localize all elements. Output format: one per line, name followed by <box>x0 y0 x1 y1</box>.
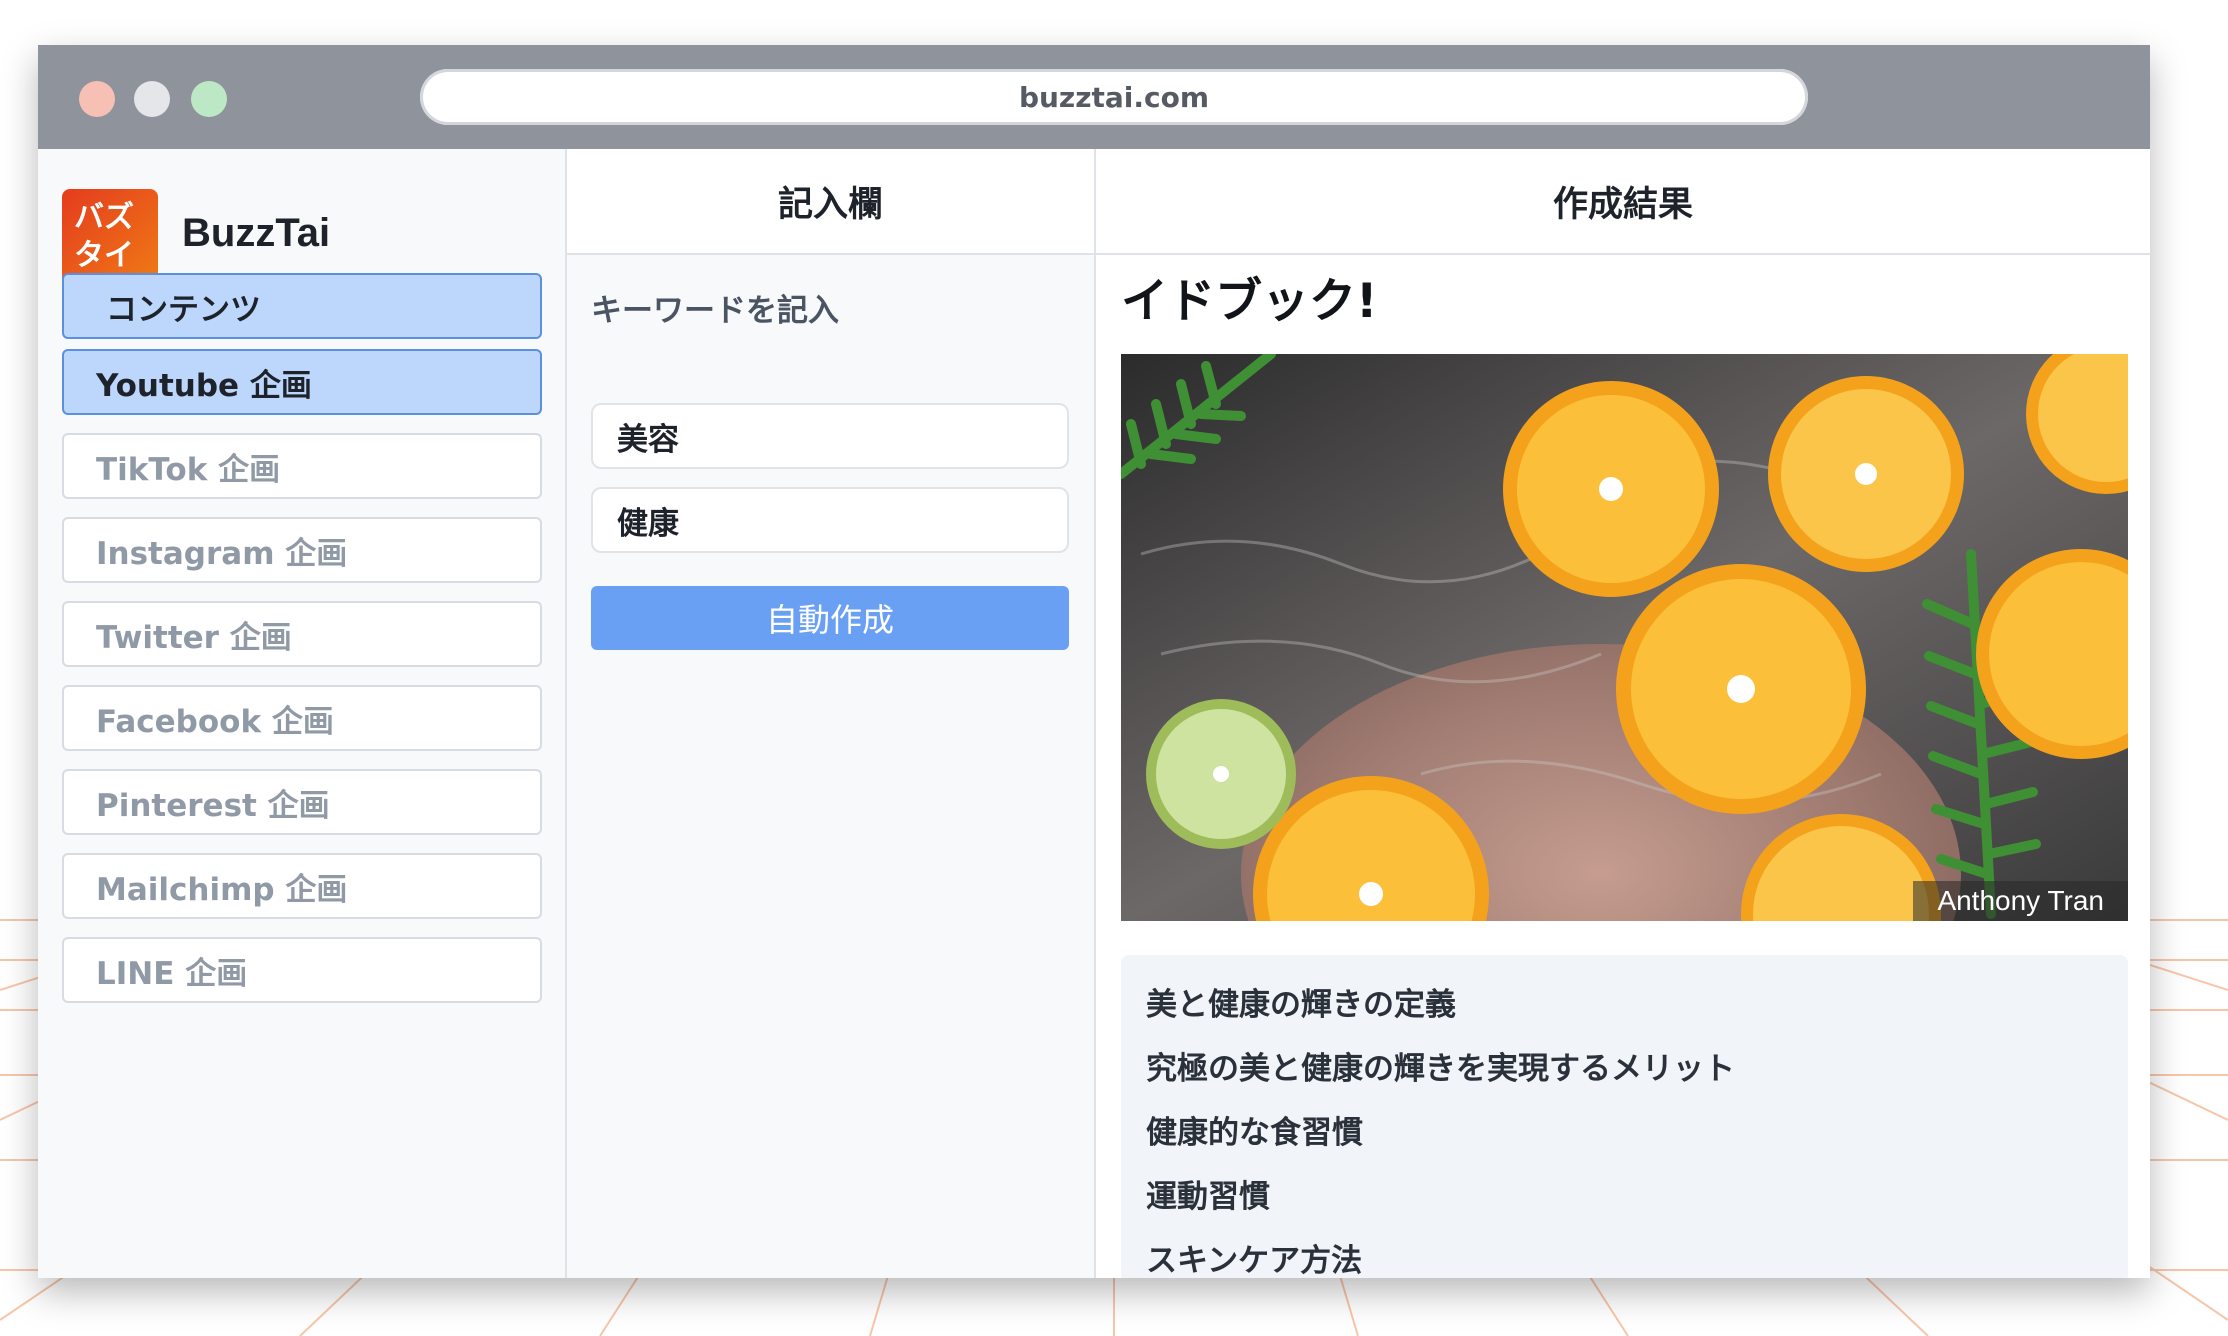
sidebar-item-line[interactable]: LINE 企画 <box>62 937 542 1003</box>
contents-button[interactable]: コンテンツ <box>62 273 542 339</box>
keyword-label: キーワードを記入 <box>591 293 839 329</box>
maximize-window-icon[interactable] <box>191 81 227 117</box>
browser-window: buzztai.com バズ タイ BuzzTai コンテンツ Youtube … <box>38 45 2150 1278</box>
sidebar-item-pinterest[interactable]: Pinterest 企画 <box>62 769 542 835</box>
sidebar-item-label: Facebook 企画 <box>96 703 334 740</box>
address-bar[interactable]: buzztai.com <box>420 69 1808 125</box>
sidebar-item-instagram[interactable]: Instagram 企画 <box>62 517 542 583</box>
result-panel-header: 作成結果 <box>1096 149 2150 255</box>
sidebar-item-label: Instagram 企画 <box>96 535 348 572</box>
outline-item: 運動習慣 <box>1146 1179 1270 1215</box>
sidebar-item-label: Mailchimp 企画 <box>96 871 348 908</box>
photo-credit: Anthony Tran <box>1913 881 2128 921</box>
input-panel-header: 記入欄 <box>567 149 1094 255</box>
result-panel: 作成結果 イドブック! Anthony Tran 美と健康の輝きの定義 究極の美… <box>1096 149 2150 1278</box>
sidebar-item-mailchimp[interactable]: Mailchimp 企画 <box>62 853 542 919</box>
result-title: イドブック! <box>1121 274 1378 329</box>
sidebar-item-youtube[interactable]: Youtube 企画 <box>62 349 542 415</box>
sidebar-item-label: Youtube 企画 <box>96 367 312 404</box>
app-content: バズ タイ BuzzTai コンテンツ Youtube 企画 TikTok 企画… <box>38 149 2150 1278</box>
browser-titlebar: buzztai.com <box>38 45 2150 149</box>
sidebar-item-facebook[interactable]: Facebook 企画 <box>62 685 542 751</box>
brand-name: BuzzTai <box>182 211 331 255</box>
outline-item: 健康的な食習慣 <box>1146 1115 1363 1151</box>
input-panel: 記入欄 キーワードを記入 自動作成 <box>567 149 1096 1278</box>
close-window-icon[interactable] <box>79 81 115 117</box>
sidebar-item-tiktok[interactable]: TikTok 企画 <box>62 433 542 499</box>
sidebar-item-twitter[interactable]: Twitter 企画 <box>62 601 542 667</box>
brand-logo: バズ タイ <box>62 189 158 285</box>
contents-button-label: コンテンツ <box>106 291 261 328</box>
result-outline: 美と健康の輝きの定義 究極の美と健康の輝きを実現するメリット 健康的な食習慣 運… <box>1121 955 2128 1278</box>
result-photo: Anthony Tran <box>1121 354 2128 921</box>
sidebar-item-label: Twitter 企画 <box>96 619 292 656</box>
sidebar: バズ タイ BuzzTai コンテンツ Youtube 企画 TikTok 企画… <box>38 149 567 1278</box>
keyword-input-2[interactable] <box>591 487 1069 553</box>
address-bar-url: buzztai.com <box>1018 80 1210 114</box>
sidebar-item-label: LINE 企画 <box>96 955 248 992</box>
keyword-input-1[interactable] <box>591 403 1069 469</box>
minimize-window-icon[interactable] <box>134 81 170 117</box>
outline-item: 究極の美と健康の輝きを実現するメリット <box>1146 1051 1735 1087</box>
sidebar-item-label: Pinterest 企画 <box>96 787 330 824</box>
generate-button-label: 自動作成 <box>765 601 894 639</box>
logo-text-line2: タイ <box>74 238 134 273</box>
logo-text-line1: バズ <box>74 200 134 235</box>
outline-item: 美と健康の輝きの定義 <box>1146 987 1456 1023</box>
generate-button[interactable]: 自動作成 <box>591 586 1069 650</box>
sidebar-item-label: TikTok 企画 <box>96 451 281 488</box>
outline-item: スキンケア方法 <box>1146 1243 1363 1278</box>
